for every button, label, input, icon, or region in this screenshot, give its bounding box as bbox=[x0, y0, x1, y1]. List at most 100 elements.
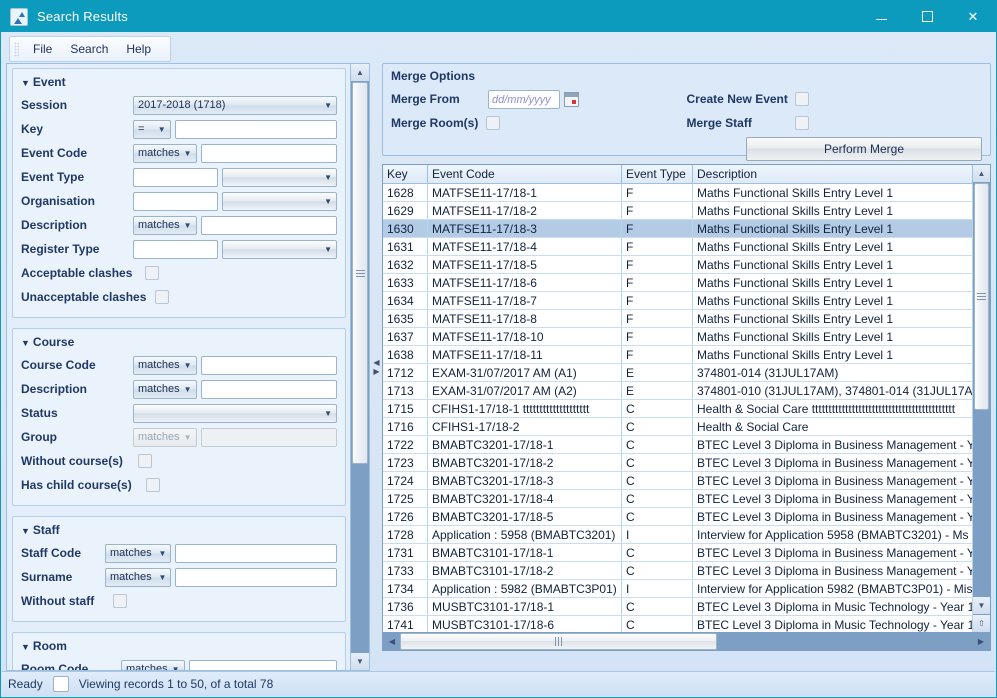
grid-scroll-page-up-icon[interactable]: ⇧ bbox=[973, 615, 990, 632]
splitter-right-arrow-icon[interactable]: ▶ bbox=[373, 367, 379, 376]
table-row[interactable]: 1724 BMABTC3201-17/18-3 C BTEC Level 3 Dipl… bbox=[383, 471, 973, 490]
menu-item-file[interactable]: File bbox=[24, 40, 61, 58]
description-input[interactable] bbox=[200, 215, 337, 235]
key-input[interactable] bbox=[174, 119, 337, 139]
search-pane-scrollbar[interactable]: ▲ ▼ bbox=[350, 64, 369, 670]
register-type-select[interactable]: ▼ bbox=[222, 239, 337, 259]
table-row[interactable]: 1736 MUSBTC3101-17/18-1 C BTEC Level 3 Dipl… bbox=[383, 597, 973, 616]
room-code-operator-combo[interactable]: matches ▼ bbox=[121, 659, 185, 670]
table-row[interactable]: 1633 MATFSE11-17/18-6 F Maths Functional Sk… bbox=[383, 273, 973, 292]
course-code-operator-combo[interactable]: matches ▼ bbox=[133, 355, 197, 375]
event-code-input[interactable] bbox=[200, 143, 337, 163]
field-staff-code-label: Staff Code bbox=[21, 546, 81, 560]
cell-key: 1628 bbox=[383, 183, 428, 202]
results-grid-vscrollbar[interactable]: ▲ ▼ ⇧ ⇩ bbox=[973, 165, 990, 650]
session-combo[interactable]: 2017-2018 (1718) ▼ bbox=[133, 95, 337, 115]
table-row[interactable]: 1734 Application : 5982 (BMABTC3P01) I Inte… bbox=[383, 579, 973, 598]
create-new-event-checkbox[interactable] bbox=[794, 92, 809, 106]
grid-scroll-left-icon[interactable]: ◀ bbox=[384, 633, 400, 649]
description-operator-combo[interactable]: matches ▼ bbox=[133, 215, 197, 235]
table-row[interactable]: 1630 MATFSE11-17/18-3 F Maths Functional Sk… bbox=[383, 219, 973, 238]
merge-rooms-checkbox[interactable] bbox=[486, 116, 501, 130]
course-description-input[interactable] bbox=[200, 379, 337, 399]
surname-operator-combo[interactable]: matches ▼ bbox=[105, 567, 172, 587]
menu-item-help[interactable]: Help bbox=[117, 40, 160, 58]
staff-code-input[interactable] bbox=[175, 543, 337, 563]
close-icon[interactable]: ✕ bbox=[950, 1, 996, 32]
has-child-courses-checkbox[interactable] bbox=[146, 478, 160, 492]
table-row[interactable]: 1733 BMABTC3101-17/18-2 C BTEC Level 3 Dipl… bbox=[383, 561, 973, 580]
scrollbar-thumb[interactable] bbox=[352, 82, 368, 464]
without-courses-checkbox[interactable] bbox=[138, 454, 152, 468]
group-event-title[interactable]: ▼ Event bbox=[21, 75, 337, 89]
group-course-title[interactable]: ▼ Course bbox=[21, 335, 337, 349]
table-row[interactable]: 1631 MATFSE11-17/18-4 F Maths Functional Sk… bbox=[383, 237, 973, 256]
table-row[interactable]: 1723 BMABTC3201-17/18-2 C BTEC Level 3 Dipl… bbox=[383, 453, 973, 472]
table-row[interactable]: 1637 MATFSE11-17/18-10 F Maths Functional S… bbox=[383, 327, 973, 346]
table-row[interactable]: 1634 MATFSE11-17/18-7 F Maths Functional Sk… bbox=[383, 291, 973, 310]
course-code-operator-value: matches bbox=[138, 359, 180, 371]
merge-from-input[interactable]: dd/mm/yyyy bbox=[488, 89, 560, 109]
menu-item-search[interactable]: Search bbox=[61, 40, 117, 58]
table-row[interactable]: 1722 BMABTC3201-17/18-1 C BTEC Level 3 Dipl… bbox=[383, 435, 973, 454]
table-row[interactable]: 1728 Application : 5958 (BMABTC3201) I Inte… bbox=[383, 525, 973, 544]
table-row[interactable]: 1629 MATFSE11-17/18-2 F Maths Functional Sk… bbox=[383, 201, 973, 220]
results-grid-hscrollbar[interactable]: ◀ ▶ bbox=[383, 632, 990, 650]
grid-hscrollbar-thumb[interactable] bbox=[400, 632, 717, 650]
surname-input[interactable] bbox=[175, 567, 337, 587]
course-status-select[interactable]: ▼ bbox=[133, 403, 337, 423]
merge-staff-checkbox[interactable] bbox=[794, 116, 809, 130]
table-row[interactable]: 1713 EXAM-31/07/2017 AM (A2) E 374801-010 (… bbox=[383, 381, 973, 400]
column-header-description[interactable]: Description bbox=[692, 165, 973, 184]
menu-grip-icon[interactable] bbox=[14, 41, 19, 57]
perform-merge-button[interactable]: Perform Merge bbox=[746, 137, 982, 161]
table-row[interactable]: 1638 MATFSE11-17/18-11 F Maths Functional S… bbox=[383, 345, 973, 364]
table-row[interactable]: 1741 MUSBTC3101-17/18-6 C BTEC Level 3 Dipl… bbox=[383, 615, 973, 632]
event-type-select[interactable]: ▼ bbox=[222, 167, 337, 187]
course-code-input[interactable] bbox=[200, 355, 337, 375]
acceptable-clashes-checkbox[interactable] bbox=[145, 266, 159, 280]
organisation-select[interactable]: ▼ bbox=[222, 191, 337, 211]
grid-scrollbar-thumb[interactable] bbox=[974, 183, 989, 410]
minimize-button[interactable] bbox=[858, 1, 904, 32]
maximize-button[interactable] bbox=[904, 1, 950, 32]
cell-description: Maths Functional Skills Entry Level 1 bbox=[692, 273, 973, 292]
key-operator-combo[interactable]: = ▼ bbox=[133, 119, 171, 139]
cell-description: Health & Social Care bbox=[692, 417, 973, 436]
without-staff-checkbox[interactable] bbox=[113, 594, 127, 608]
table-row[interactable]: 1726 BMABTC3201-17/18-5 C BTEC Level 3 Dipl… bbox=[383, 507, 973, 526]
unacceptable-clashes-checkbox[interactable] bbox=[155, 290, 169, 304]
grid-scroll-up-icon[interactable]: ▲ bbox=[973, 165, 990, 182]
grid-scroll-right-icon[interactable]: ▶ bbox=[973, 633, 989, 649]
register-type-input[interactable] bbox=[133, 239, 219, 259]
staff-code-operator-combo[interactable]: matches ▼ bbox=[105, 543, 172, 563]
cell-event-type: F bbox=[621, 291, 693, 310]
field-without-courses: Without course(s) bbox=[21, 449, 337, 473]
table-row[interactable]: 1731 BMABTC3101-17/18-1 C BTEC Level 3 Dipl… bbox=[383, 543, 973, 562]
table-row[interactable]: 1635 MATFSE11-17/18-8 F Maths Functional Sk… bbox=[383, 309, 973, 328]
table-row[interactable]: 1715 CFIHS1-17/18-1 tttttttttttttttttttt C… bbox=[383, 399, 973, 418]
group-staff-title[interactable]: ▼ Staff bbox=[21, 523, 337, 537]
event-code-operator-combo[interactable]: matches ▼ bbox=[133, 143, 197, 163]
room-code-input[interactable] bbox=[188, 659, 337, 670]
status-checkbox[interactable] bbox=[52, 676, 69, 692]
scroll-down-icon[interactable]: ▼ bbox=[351, 653, 369, 670]
results-grid: Key Event Code Event Type Description 16… bbox=[382, 164, 991, 651]
event-type-input[interactable] bbox=[133, 167, 219, 187]
table-row[interactable]: 1712 EXAM-31/07/2017 AM (A1) E 374801-014 (… bbox=[383, 363, 973, 382]
grid-scroll-down-icon[interactable]: ▼ bbox=[973, 597, 990, 614]
column-header-event-code[interactable]: Event Code bbox=[427, 165, 622, 184]
group-room-title[interactable]: ▼ Room bbox=[21, 639, 337, 653]
pane-splitter[interactable]: ◀ ▶ bbox=[371, 63, 382, 671]
splitter-left-arrow-icon[interactable]: ◀ bbox=[373, 358, 379, 367]
table-row[interactable]: 1632 MATFSE11-17/18-5 F Maths Functional Sk… bbox=[383, 255, 973, 274]
table-row[interactable]: 1725 BMABTC3201-17/18-4 C BTEC Level 3 Dipl… bbox=[383, 489, 973, 508]
scroll-up-icon[interactable]: ▲ bbox=[351, 64, 369, 81]
calendar-icon[interactable] bbox=[564, 91, 579, 107]
column-header-event-type[interactable]: Event Type bbox=[621, 165, 693, 184]
course-description-operator-combo[interactable]: matches ▼ bbox=[133, 379, 197, 399]
organisation-input[interactable] bbox=[133, 191, 219, 211]
table-row[interactable]: 1716 CFIHS1-17/18-2 C Health & Social Care bbox=[383, 417, 973, 436]
column-header-key[interactable]: Key bbox=[383, 165, 428, 184]
table-row[interactable]: 1628 MATFSE11-17/18-1 F Maths Functional Sk… bbox=[383, 183, 973, 202]
